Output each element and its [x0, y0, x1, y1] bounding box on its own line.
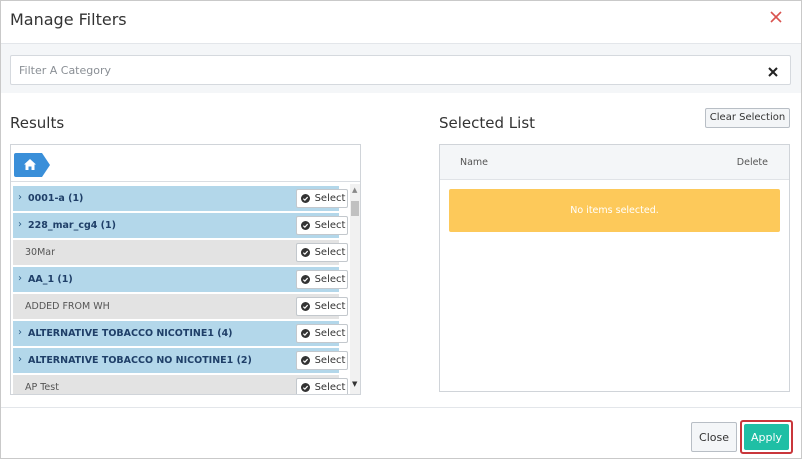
- select-button-label: Select: [314, 355, 346, 366]
- apply-button[interactable]: Apply: [744, 424, 789, 450]
- result-folder-row[interactable]: › 0001-a (1) Select: [13, 186, 348, 211]
- result-row: 30Mar Select: [13, 240, 348, 265]
- check-circle-icon: [301, 383, 310, 392]
- results-heading: Results: [10, 114, 65, 132]
- result-label: 30Mar: [25, 247, 56, 258]
- select-button[interactable]: Select: [296, 243, 348, 262]
- select-button-label: Select: [314, 247, 346, 258]
- select-button-label: Select: [314, 328, 346, 339]
- select-button-label: Select: [314, 193, 346, 204]
- filter-category-input[interactable]: [10, 55, 791, 85]
- selected-list-header: Name Delete: [440, 145, 789, 180]
- breadcrumb: [11, 145, 360, 182]
- manage-filters-dialog: Manage Filters Results Selected List Cle…: [0, 0, 802, 459]
- check-circle-icon: [301, 329, 310, 338]
- column-delete: Delete: [736, 157, 768, 168]
- select-button[interactable]: Select: [296, 378, 348, 394]
- check-circle-icon: [301, 221, 310, 230]
- check-circle-icon: [301, 248, 310, 257]
- scroll-thumb[interactable]: [351, 201, 359, 216]
- result-folder-row[interactable]: › ALTERNATIVE TOBACCO NICOTINE1 (4) Select: [13, 321, 348, 346]
- select-button[interactable]: Select: [296, 324, 348, 343]
- dialog-title: Manage Filters: [10, 10, 127, 29]
- chevron-right-icon[interactable]: ›: [18, 273, 22, 284]
- select-button[interactable]: Select: [296, 189, 348, 208]
- dialog-footer: Close Apply: [1, 407, 801, 458]
- dialog-header: Manage Filters: [1, 1, 801, 41]
- chevron-right-icon[interactable]: ›: [18, 219, 22, 230]
- select-button[interactable]: Select: [296, 216, 348, 235]
- result-folder-row[interactable]: › 228_mar_cg4 (1) Select: [13, 213, 348, 238]
- chevron-right-icon[interactable]: ›: [18, 354, 22, 365]
- result-folder-row[interactable]: › AA_1 (1) Select: [13, 267, 348, 292]
- result-folder-row[interactable]: › ALTERNATIVE TOBACCO NO NICOTINE1 (2) Sel…: [13, 348, 348, 373]
- close-button[interactable]: Close: [691, 422, 737, 452]
- result-label: AP Test: [25, 382, 59, 393]
- close-icon[interactable]: [767, 8, 785, 26]
- check-circle-icon: [301, 302, 310, 311]
- result-label: 0001-a (1): [28, 193, 84, 204]
- select-button[interactable]: Select: [296, 351, 348, 370]
- home-icon[interactable]: [14, 153, 50, 177]
- scroll-up-icon[interactable]: ▲: [352, 186, 357, 194]
- select-button-label: Select: [314, 220, 346, 231]
- select-button[interactable]: Select: [296, 270, 348, 289]
- clear-icon[interactable]: [767, 63, 779, 77]
- column-name: Name: [460, 157, 489, 168]
- results-list: AP Test Select › ALTERNATIVE TOBACCO NO NIC…: [11, 184, 360, 394]
- result-row: AP Test Select: [13, 375, 348, 394]
- result-label: ALTERNATIVE TOBACCO NO NICOTINE1 (2): [28, 355, 252, 366]
- check-circle-icon: [301, 275, 310, 284]
- results-panel: AP Test Select › ALTERNATIVE TOBACCO NO NIC…: [10, 144, 361, 395]
- empty-selection-notice: No items selected.: [449, 189, 780, 232]
- result-label: ADDED FROM WH: [25, 301, 110, 312]
- result-label: AA_1 (1): [28, 274, 73, 285]
- check-circle-icon: [301, 194, 310, 203]
- selected-list-panel: Name Delete No items selected.: [439, 144, 790, 392]
- select-button-label: Select: [314, 274, 346, 285]
- apply-highlight: Apply: [740, 420, 793, 454]
- result-row: ADDED FROM WH Select: [13, 294, 348, 319]
- select-button[interactable]: Select: [296, 297, 348, 316]
- select-button-label: Select: [314, 382, 346, 393]
- chevron-right-icon[interactable]: ›: [18, 192, 22, 203]
- filter-bar: [1, 43, 801, 93]
- chevron-right-icon[interactable]: ›: [18, 327, 22, 338]
- select-button-label: Select: [314, 301, 346, 312]
- result-label: ALTERNATIVE TOBACCO NICOTINE1 (4): [28, 328, 233, 339]
- results-scrollbar[interactable]: ▲ ▼: [350, 184, 360, 394]
- scroll-down-icon[interactable]: ▼: [352, 380, 357, 388]
- result-label: 228_mar_cg4 (1): [28, 220, 116, 231]
- selected-list-heading: Selected List: [439, 114, 536, 132]
- clear-selection-button[interactable]: Clear Selection: [705, 108, 790, 128]
- check-circle-icon: [301, 356, 310, 365]
